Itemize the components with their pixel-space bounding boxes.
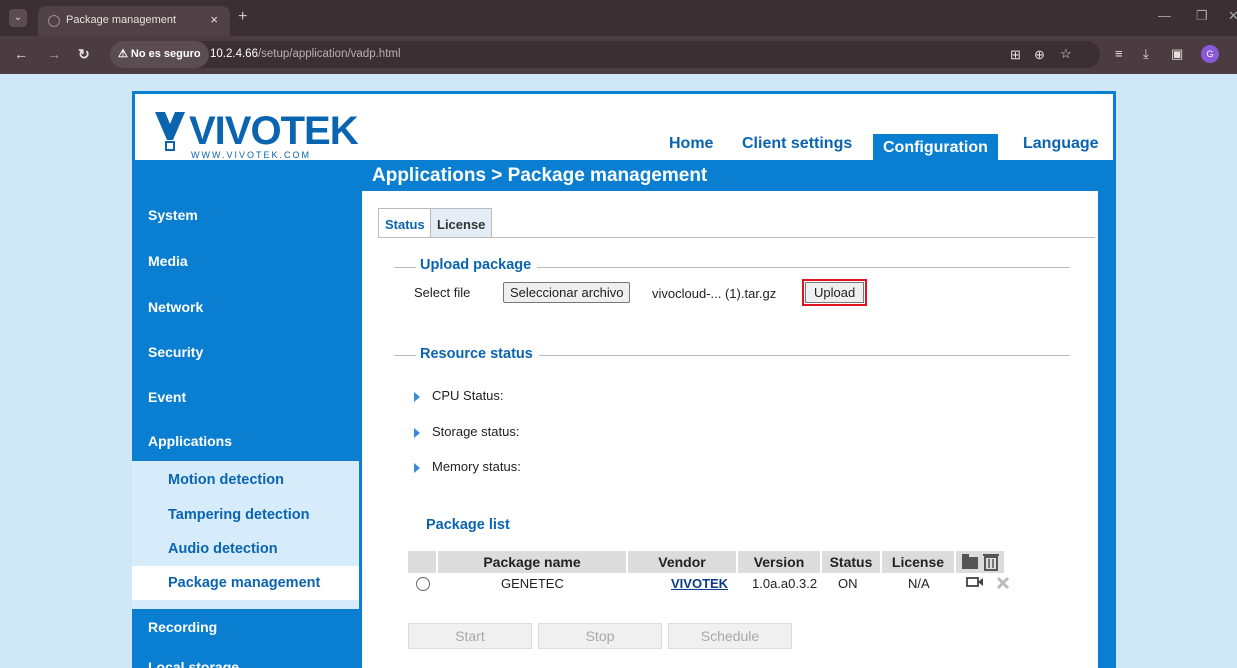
sidebar-item-security[interactable]: Security xyxy=(132,344,359,360)
url-path: /setup/application/vadp.html xyxy=(257,48,401,60)
bookmark-star-icon[interactable]: ☆ xyxy=(1060,46,1072,62)
column-header-package-name: Package name xyxy=(438,551,626,573)
page-header: VIVOTEK WWW.VIVOTEK.COM Home Client sett… xyxy=(135,94,1113,163)
license-cell: N/A xyxy=(908,576,930,591)
memory-status-toggle[interactable]: Memory status: xyxy=(432,459,521,474)
vendor-link[interactable]: VIVOTEK xyxy=(671,576,728,591)
start-button[interactable]: Start xyxy=(408,623,532,649)
expand-arrow-icon[interactable] xyxy=(414,463,420,473)
zoom-icon[interactable]: ⊕ xyxy=(1034,47,1045,63)
page-frame: VIVOTEK WWW.VIVOTEK.COM Home Client sett… xyxy=(132,91,1116,668)
forward-icon[interactable]: → xyxy=(47,46,61,62)
reload-icon[interactable]: ↻ xyxy=(78,46,90,63)
tab-divider xyxy=(378,237,1095,238)
sidepanel-icon[interactable]: ▣ xyxy=(1171,46,1183,62)
sidebar-item-applications[interactable]: Applications xyxy=(132,433,359,449)
remove-icon[interactable] xyxy=(996,576,1010,590)
folder-trash-icons xyxy=(962,554,999,571)
cpu-status-toggle[interactable]: CPU Status: xyxy=(432,388,504,403)
resource-section-title: Resource status xyxy=(416,346,539,362)
tab-status[interactable]: Status xyxy=(378,208,432,238)
select-column-header xyxy=(408,551,436,573)
restore-icon[interactable]: ❐ xyxy=(1196,8,1208,24)
sidebar-item-media[interactable]: Media xyxy=(132,253,359,269)
choose-file-button[interactable]: Seleccionar archivo xyxy=(503,282,631,303)
camera-icon[interactable] xyxy=(966,575,984,589)
sidebar-item-system[interactable]: System xyxy=(132,207,359,223)
content-panel: Status License Upload package Select fil… xyxy=(362,191,1098,668)
tab-search-icon[interactable]: ⌄ xyxy=(9,9,27,27)
sidebar: System Media Network Security Event Appl… xyxy=(132,189,359,668)
nav-client-settings[interactable]: Client settings xyxy=(742,135,852,153)
nav-home[interactable]: Home xyxy=(669,135,713,153)
column-header-vendor: Vendor xyxy=(628,551,736,573)
nav-language[interactable]: Language xyxy=(1023,135,1099,153)
page-title: Applications > Package management xyxy=(372,165,708,186)
download-icon[interactable]: ⤓ xyxy=(1143,46,1149,62)
stop-button[interactable]: Stop xyxy=(538,623,662,649)
status-cell: ON xyxy=(838,576,858,591)
url-text[interactable]: 10.2.4.66/setup/application/vadp.html xyxy=(210,48,401,60)
package-select-radio[interactable] xyxy=(416,577,430,591)
sidebar-item-event[interactable]: Event xyxy=(132,389,359,405)
sidebar-item-motion-detection[interactable]: Motion detection xyxy=(132,463,359,497)
tab-license[interactable]: License xyxy=(430,208,493,238)
sidebar-item-package-management[interactable]: Package management xyxy=(132,566,359,600)
expand-arrow-icon[interactable] xyxy=(414,428,420,438)
sidebar-item-recording[interactable]: Recording xyxy=(132,619,359,635)
package-name-cell: GENETEC xyxy=(501,576,564,591)
storage-status-toggle[interactable]: Storage status: xyxy=(432,424,519,439)
column-header-status: Status xyxy=(822,551,880,573)
selected-file-name: vivocloud-... (1).tar.gz xyxy=(652,286,777,301)
vivotek-mark-icon xyxy=(155,112,185,151)
security-badge[interactable]: ⚠ No es seguro xyxy=(110,41,209,68)
logo-wordmark: VIVOTEK xyxy=(189,109,359,153)
address-bar[interactable]: ⚠ No es seguro 10.2.4.66/setup/applicati… xyxy=(110,41,1100,68)
select-file-label: Select file xyxy=(414,285,471,300)
expand-arrow-icon[interactable] xyxy=(414,392,420,402)
new-tab-icon[interactable]: + xyxy=(238,8,247,26)
reading-list-icon[interactable]: ≡ xyxy=(1115,46,1123,61)
upload-button[interactable]: Upload xyxy=(805,282,865,303)
version-cell: 1.0a.a0.3.2 xyxy=(752,576,818,591)
browser-toolbar: ← → ↻ ⚠ No es seguro 10.2.4.66/setup/app… xyxy=(0,36,1237,74)
browser-tab-bar: ⌄ Package management × + — ❐ ✕ xyxy=(0,0,1237,36)
logo-site: WWW.VIVOTEK.COM xyxy=(191,150,311,160)
close-window-icon[interactable]: ✕ xyxy=(1228,8,1237,24)
sidebar-item-tampering-detection[interactable]: Tampering detection xyxy=(132,498,359,532)
tab-title: Package management xyxy=(66,14,177,26)
sidebar-item-network[interactable]: Network xyxy=(132,299,359,315)
url-host: 10.2.4.66 xyxy=(210,48,258,60)
applications-submenu: Motion detection Tampering detection Aud… xyxy=(132,461,359,609)
tab-favicon-icon xyxy=(48,15,60,27)
minimize-icon[interactable]: — xyxy=(1158,8,1171,23)
tab-close-icon[interactable]: × xyxy=(210,12,218,27)
upload-section-title: Upload package xyxy=(416,257,538,273)
sidebar-item-audio-detection[interactable]: Audio detection xyxy=(132,532,359,566)
vivotek-logo[interactable]: VIVOTEK WWW.VIVOTEK.COM xyxy=(155,104,359,160)
column-header-license: License xyxy=(882,551,954,573)
sidebar-item-local-storage[interactable]: Local storage xyxy=(132,659,359,668)
schedule-button[interactable]: Schedule xyxy=(668,623,792,649)
browser-tab[interactable]: Package management × xyxy=(38,6,230,36)
package-list-title: Package list xyxy=(426,517,510,533)
upload-highlight: Upload xyxy=(802,279,868,306)
back-icon[interactable]: ← xyxy=(14,46,28,62)
column-header-version: Version xyxy=(738,551,820,573)
profile-avatar[interactable]: G xyxy=(1201,45,1219,63)
translate-icon[interactable]: ⊞ xyxy=(1010,47,1021,63)
nav-configuration[interactable]: Configuration xyxy=(873,134,998,163)
actions-column-header xyxy=(956,551,1004,573)
